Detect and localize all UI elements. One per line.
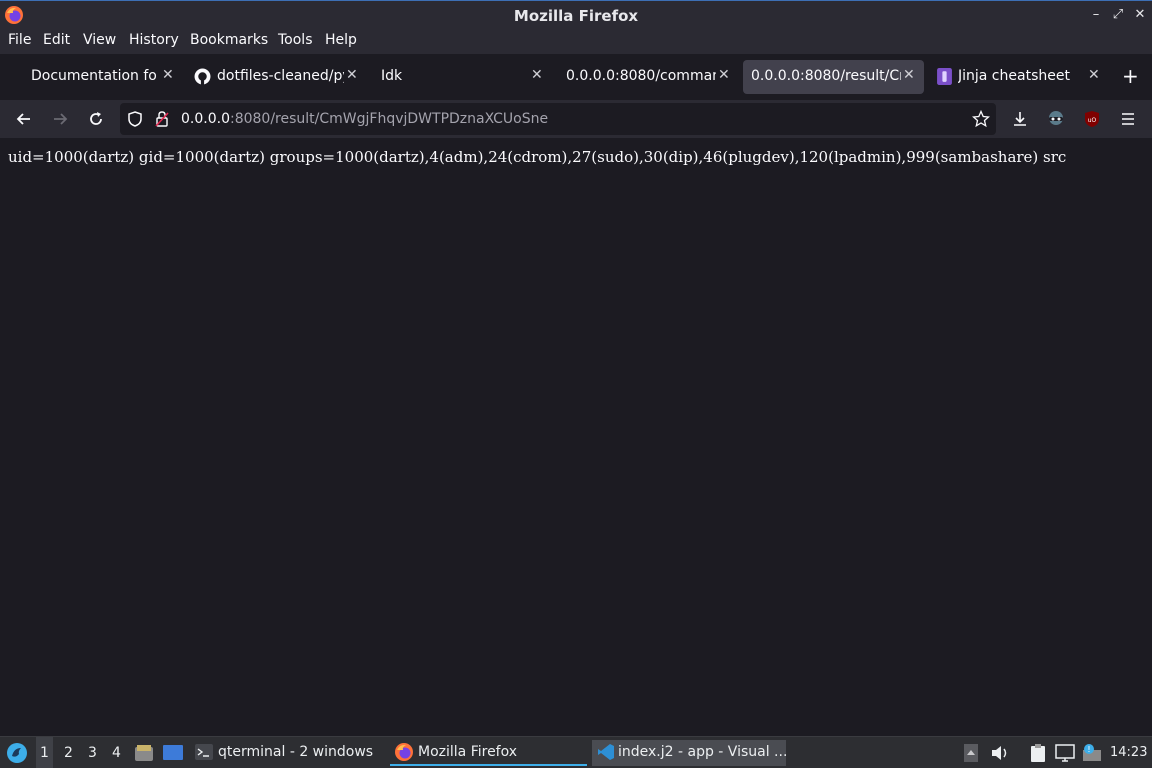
jinja-icon — [937, 68, 952, 85]
window-title: Mozilla Firefox — [513, 7, 639, 25]
firefox-icon — [395, 743, 413, 761]
back-icon[interactable] — [14, 109, 34, 129]
vscode-icon — [598, 744, 614, 760]
insecure-lock-icon[interactable] — [154, 110, 170, 128]
workspace-3[interactable]: 3 — [88, 745, 97, 761]
menu-edit[interactable]: Edit — [43, 32, 70, 48]
network-icon[interactable] — [1055, 744, 1075, 762]
task-vscode[interactable]: index.j2 - app - Visual ... — [592, 740, 788, 766]
tab-close-icon[interactable]: ✕ — [903, 67, 915, 83]
github-icon — [194, 68, 211, 85]
close-window-button[interactable]: ✕ — [1132, 7, 1148, 23]
task-label: index.j2 - app - Visual ... — [618, 744, 788, 760]
tab-close-icon[interactable]: ✕ — [346, 67, 358, 83]
extension-mask-icon[interactable] — [1046, 109, 1066, 129]
new-tab-button[interactable]: + — [1122, 64, 1139, 88]
page-content: uid=1000(dartz) gid=1000(dartz) groups=1… — [0, 138, 1152, 736]
volume-icon[interactable] — [990, 744, 1010, 762]
menu-bookmarks[interactable]: Bookmarks — [190, 32, 268, 48]
tab-label: 0.0.0.0:8080/comman — [566, 68, 716, 84]
menu-file[interactable]: File — [8, 32, 31, 48]
tracking-shield-icon[interactable] — [126, 110, 144, 128]
taskbar: 1 2 3 4 qterminal - 2 windows Mozilla Fi… — [0, 736, 1152, 768]
tab-jinja[interactable]: Jinja cheatsheet ✕ — [928, 60, 1112, 94]
task-firefox[interactable]: Mozilla Firefox — [390, 740, 587, 766]
ublock-icon[interactable]: uO — [1082, 109, 1102, 129]
app-menu-icon[interactable] — [1118, 109, 1138, 129]
task-qterminal[interactable]: qterminal - 2 windows — [192, 740, 384, 766]
tab-close-icon[interactable]: ✕ — [162, 67, 174, 83]
tab-idk[interactable]: Idk ✕ — [366, 60, 554, 94]
clock[interactable]: 14:23 — [1110, 745, 1147, 760]
command-output: uid=1000(dartz) gid=1000(dartz) groups=1… — [8, 148, 1067, 166]
minimize-button[interactable]: – — [1088, 7, 1104, 23]
clipboard-icon[interactable] — [1028, 743, 1048, 763]
tab-dotfiles[interactable]: dotfiles-cleaned/py ✕ — [186, 60, 360, 94]
svg-text:uO: uO — [1088, 117, 1097, 124]
url-path: :8080/result/CmWgjFhqvjDWTPDznaXCUoSne — [229, 111, 549, 127]
workspace-4[interactable]: 4 — [112, 745, 121, 761]
tab-label: dotfiles-cleaned/py — [217, 68, 344, 84]
tab-close-icon[interactable]: ✕ — [531, 67, 543, 83]
tab-command[interactable]: 0.0.0.0:8080/comman ✕ — [556, 60, 740, 94]
window-titlebar: Mozilla Firefox – ⤢ ✕ — [0, 0, 1152, 30]
task-label: Mozilla Firefox — [418, 744, 518, 760]
menu-help[interactable]: Help — [325, 32, 357, 48]
tab-bar: Documentation for ✕ dotfiles-cleaned/py … — [0, 54, 1152, 100]
task-label: qterminal - 2 windows — [218, 744, 374, 760]
desktop-icon[interactable] — [162, 743, 184, 763]
tab-label: 0.0.0.0:8080/result/Cm — [751, 68, 901, 84]
tab-documentation[interactable]: Documentation for ✕ — [16, 60, 180, 94]
tray-arrow-icon[interactable] — [964, 744, 978, 762]
workspace-2[interactable]: 2 — [64, 745, 73, 761]
nav-bar: 0.0.0.0:8080/result/CmWgjFhqvjDWTPDznaXC… — [0, 100, 1152, 138]
tab-label: Idk — [381, 68, 403, 84]
menu-history[interactable]: History — [129, 32, 179, 48]
file-manager-icon[interactable] — [134, 743, 154, 763]
menu-bar: File Edit View History Bookmarks Tools H… — [0, 30, 1152, 54]
svg-text:!: ! — [1087, 745, 1090, 754]
maximize-button[interactable]: ⤢ — [1110, 7, 1126, 23]
url-host: 0.0.0.0 — [181, 111, 230, 127]
address-bar[interactable]: 0.0.0.0:8080/result/CmWgjFhqvjDWTPDznaXC… — [120, 103, 996, 135]
forward-icon[interactable] — [50, 109, 70, 129]
downloads-icon[interactable] — [1010, 109, 1030, 129]
tab-close-icon[interactable]: ✕ — [718, 67, 730, 83]
tab-label: Documentation for — [31, 68, 157, 84]
url-text[interactable]: 0.0.0.0:8080/result/CmWgjFhqvjDWTPDznaXC… — [181, 111, 548, 127]
bookmark-star-icon[interactable] — [972, 110, 990, 128]
tab-label: Jinja cheatsheet — [958, 68, 1070, 84]
notification-icon[interactable]: ! — [1082, 743, 1102, 763]
reload-icon[interactable] — [86, 109, 106, 129]
workspace-1[interactable]: 1 — [36, 737, 53, 768]
terminal-icon — [195, 744, 213, 760]
tab-result[interactable]: 0.0.0.0:8080/result/Cm ✕ — [743, 60, 924, 94]
menu-view[interactable]: View — [83, 32, 116, 48]
menu-tools[interactable]: Tools — [278, 32, 313, 48]
start-menu-icon[interactable] — [6, 742, 28, 764]
tab-close-icon[interactable]: ✕ — [1088, 67, 1100, 83]
